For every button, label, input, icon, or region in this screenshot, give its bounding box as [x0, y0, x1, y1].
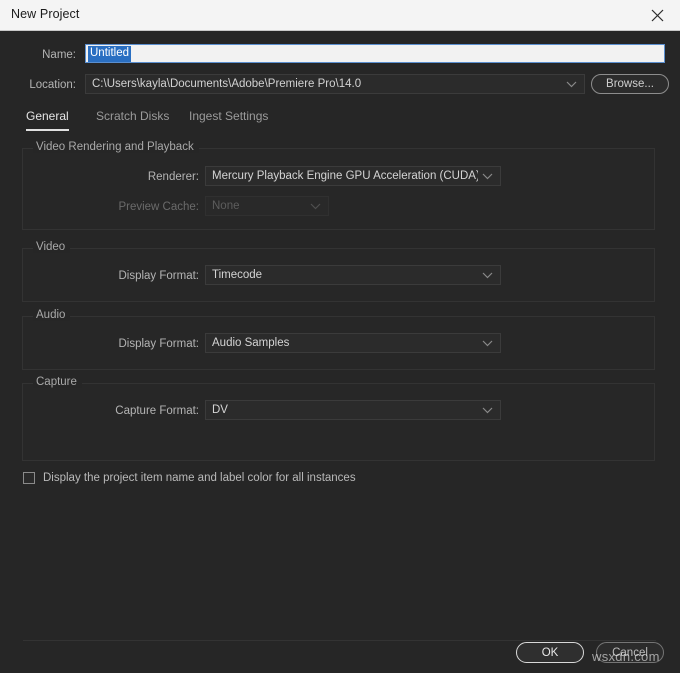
footer-separator: [23, 640, 656, 641]
tab-scratch-disks[interactable]: Scratch Disks: [96, 109, 169, 129]
group-video-title: Video: [33, 241, 71, 253]
window-title: New Project: [11, 7, 80, 21]
group-capture: Capture Capture Format: DV: [22, 376, 655, 461]
preview-cache-dropdown: None: [205, 196, 329, 216]
browse-button[interactable]: Browse...: [591, 74, 669, 94]
chevron-down-icon: [478, 272, 496, 279]
tab-bar: General Scratch Disks Ingest Settings: [0, 109, 680, 133]
group-video-rendering: Video Rendering and Playback Renderer: M…: [22, 141, 655, 230]
chevron-down-icon: [478, 173, 496, 180]
preview-cache-label: Preview Cache:: [118, 201, 199, 213]
chevron-down-icon: [478, 340, 496, 347]
renderer-label: Renderer:: [147, 171, 199, 183]
group-audio: Audio Display Format: Audio Samples: [22, 309, 655, 370]
video-display-format-value: Timecode: [212, 269, 263, 281]
close-icon[interactable]: [634, 0, 680, 30]
chevron-down-icon: [306, 203, 324, 210]
chevron-down-icon: [562, 81, 580, 88]
capture-format-dropdown[interactable]: DV: [205, 400, 501, 420]
tab-general[interactable]: General: [26, 109, 69, 131]
group-audio-title: Audio: [33, 309, 71, 321]
display-project-item-checkbox[interactable]: [23, 472, 35, 484]
project-name-value: Untitled: [88, 45, 131, 62]
video-display-format-dropdown[interactable]: Timecode: [205, 265, 501, 285]
audio-display-format-value: Audio Samples: [212, 337, 290, 349]
group-capture-title: Capture: [33, 376, 82, 388]
display-project-item-checkbox-row[interactable]: Display the project item name and label …: [23, 472, 356, 484]
preview-cache-value: None: [212, 200, 240, 212]
group-video: Video Display Format: Timecode: [22, 241, 655, 302]
renderer-dropdown[interactable]: Mercury Playback Engine GPU Acceleration…: [205, 166, 501, 186]
dialog-body: Name: Untitled Location: C:\Users\kayla\…: [0, 31, 680, 673]
audio-display-format-dropdown[interactable]: Audio Samples: [205, 333, 501, 353]
capture-format-label: Capture Format:: [115, 405, 199, 417]
renderer-value: Mercury Playback Engine GPU Acceleration…: [212, 170, 478, 182]
location-value: C:\Users\kayla\Documents\Adobe\Premiere …: [92, 78, 362, 90]
title-bar: New Project: [0, 0, 680, 31]
name-label: Name:: [42, 49, 76, 61]
project-name-input[interactable]: Untitled: [85, 44, 665, 63]
display-project-item-label: Display the project item name and label …: [43, 472, 356, 484]
audio-display-format-label: Display Format:: [118, 338, 199, 350]
chevron-down-icon: [478, 407, 496, 414]
capture-format-value: DV: [212, 404, 228, 416]
location-label: Location:: [29, 79, 76, 91]
video-display-format-label: Display Format:: [118, 270, 199, 282]
tab-ingest-settings[interactable]: Ingest Settings: [189, 109, 268, 129]
ok-button[interactable]: OK: [516, 642, 584, 663]
location-dropdown[interactable]: C:\Users\kayla\Documents\Adobe\Premiere …: [85, 74, 585, 94]
group-video-rendering-title: Video Rendering and Playback: [33, 141, 199, 153]
new-project-dialog: New Project Name: Untitled Location: C:\…: [0, 0, 680, 673]
cancel-button[interactable]: Cancel: [596, 642, 664, 663]
